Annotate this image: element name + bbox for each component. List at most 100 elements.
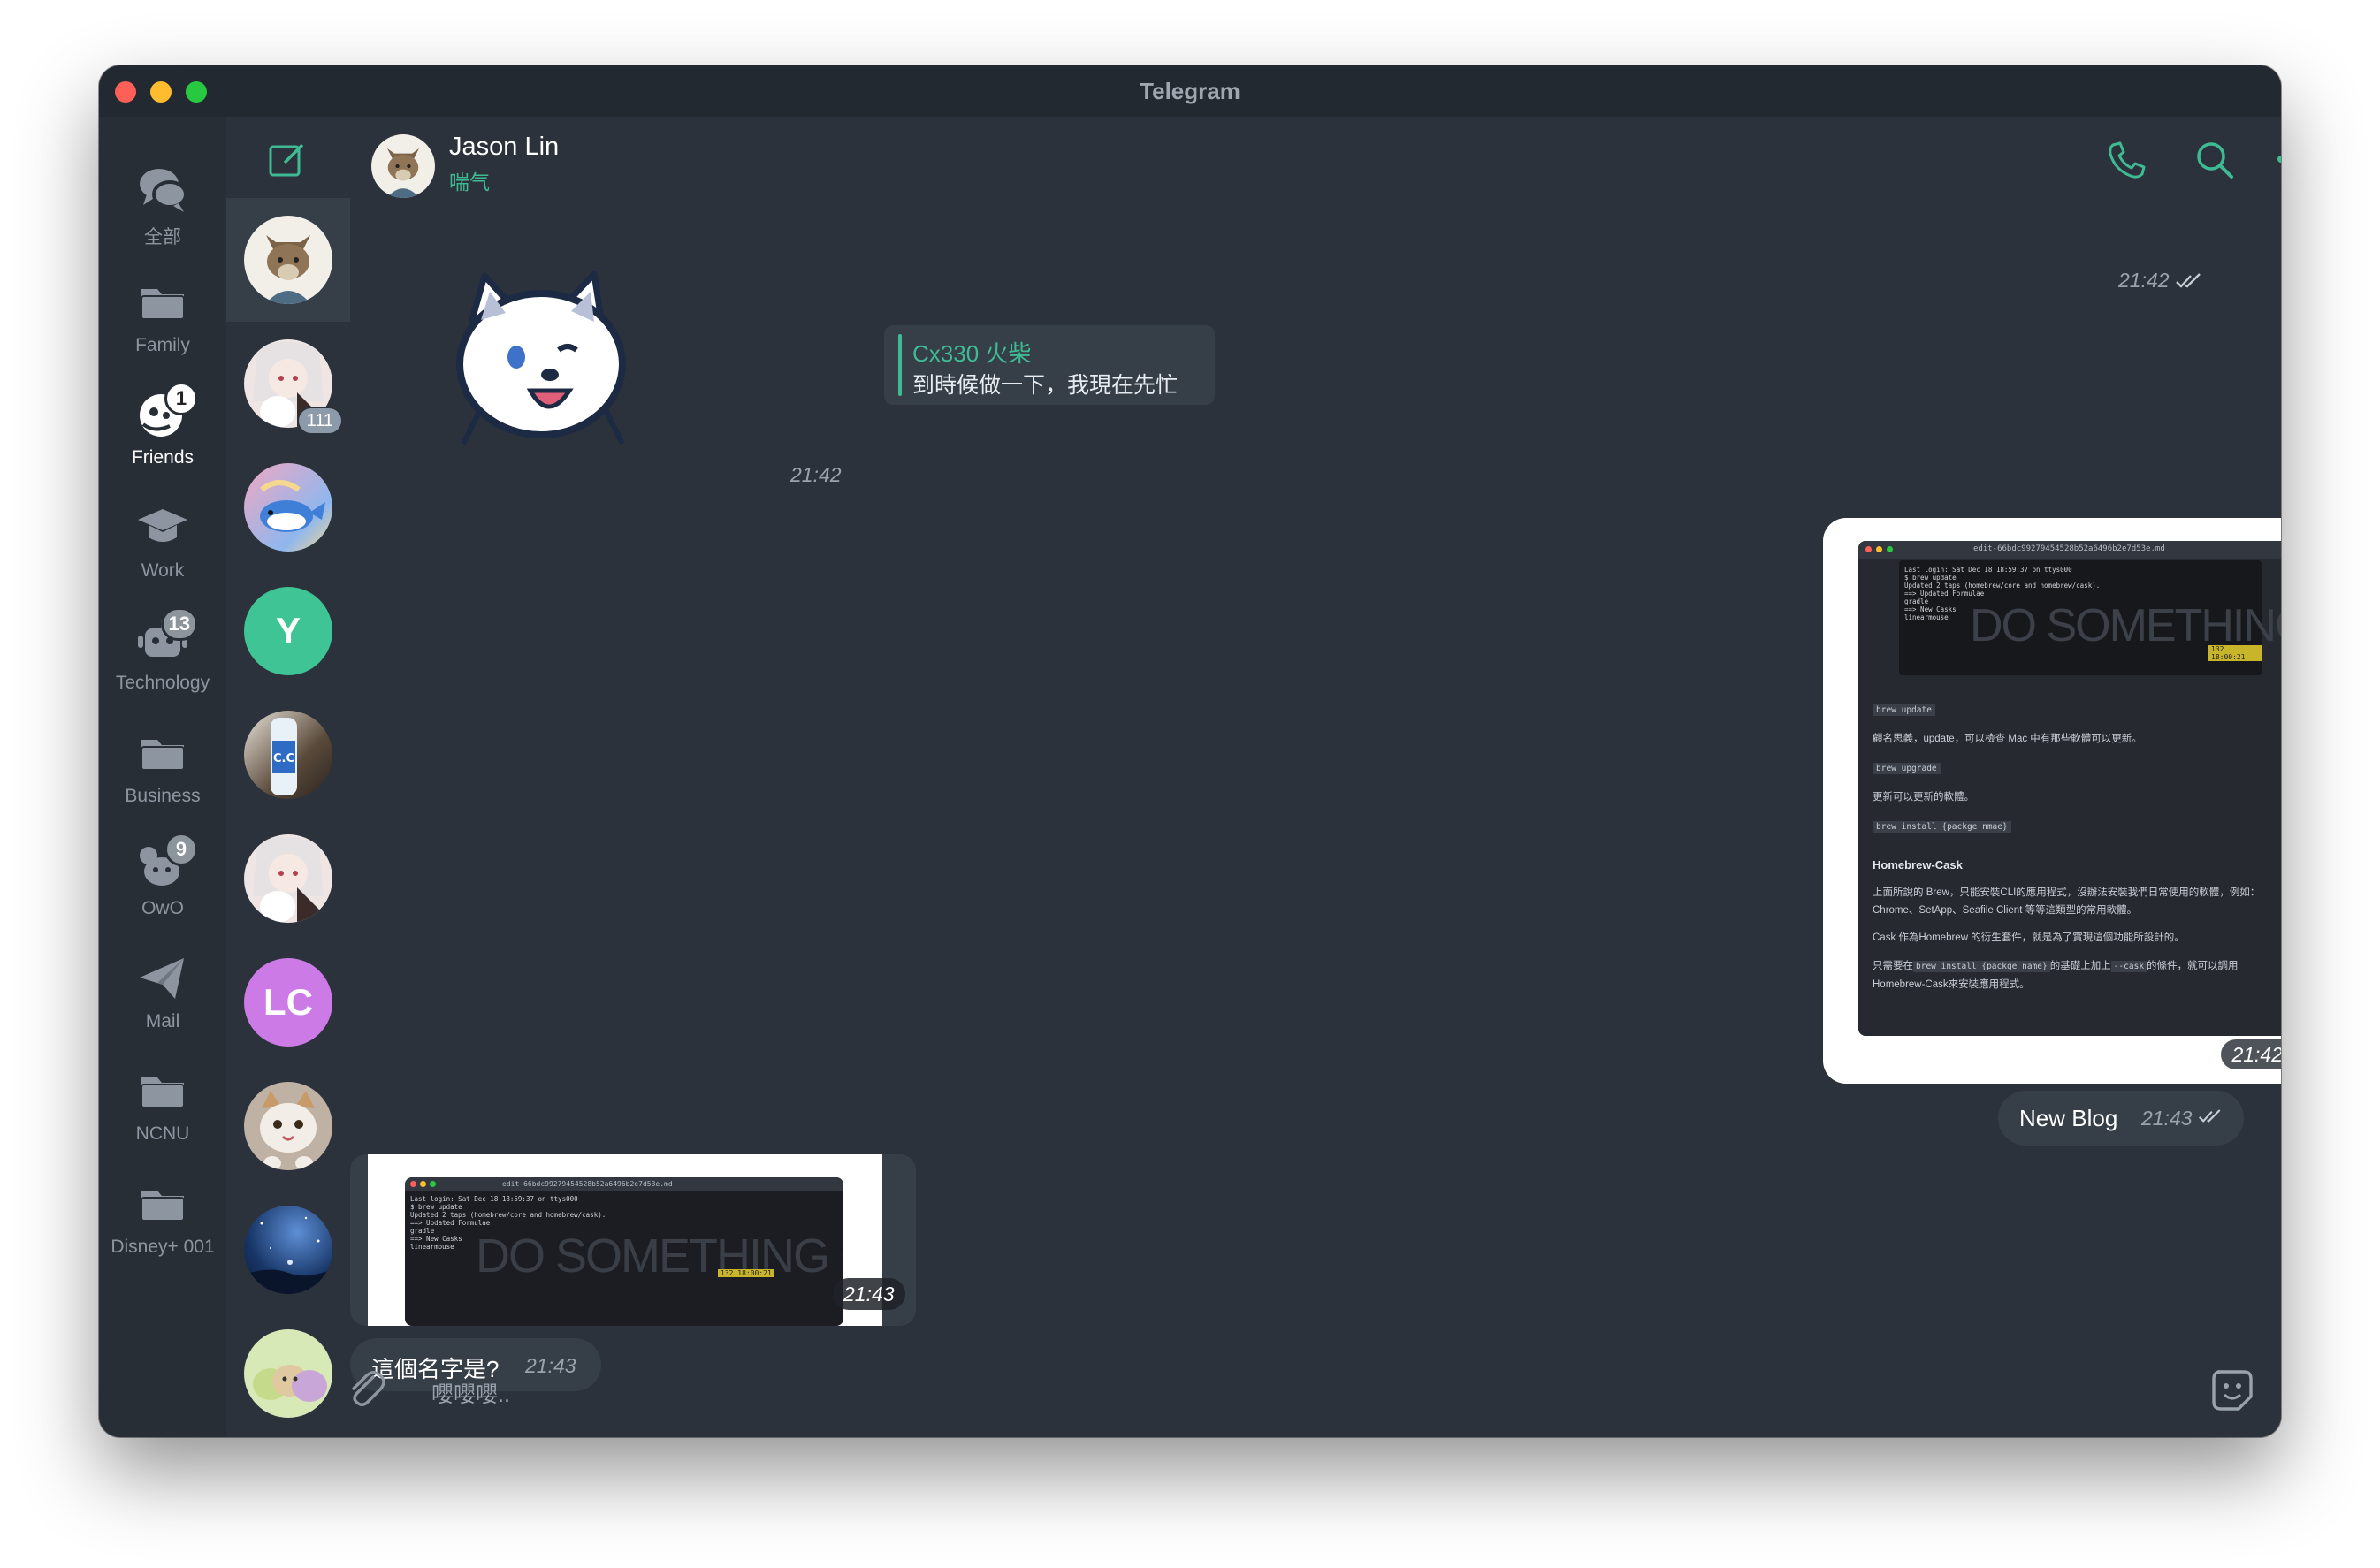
reply-sender: Cx330 火柴 xyxy=(912,340,1032,367)
folder-all[interactable]: 全部 xyxy=(99,150,226,256)
message-time: 21:43 xyxy=(843,1282,895,1305)
chat-item[interactable]: C.C xyxy=(226,693,350,817)
chat-item[interactable] xyxy=(226,817,350,940)
incoming-image-message[interactable]: edit-66bdc99279454528b52a6496b2e7d53e.md… xyxy=(350,1154,916,1326)
reply-preview[interactable]: Cx330 火柴 到時候做一下，我現在先忙 xyxy=(884,325,1215,405)
screenshot-title-bar: edit-66bdc99279454528b52a6496b2e7d53e.md xyxy=(405,1177,843,1191)
title-bar: Telegram xyxy=(99,65,2281,117)
paperclip-icon[interactable] xyxy=(343,1365,389,1411)
double-check-icon xyxy=(2175,272,2201,288)
message-time: 21:42 xyxy=(2231,1042,2281,1066)
code-chip: brew update xyxy=(1873,704,1935,716)
folder-disney[interactable]: Disney+ 001 xyxy=(99,1164,226,1270)
anime-girl-avatar-2 xyxy=(244,834,332,923)
search-icon[interactable] xyxy=(2193,138,2237,182)
screenshot-window-title: edit-66bdc99279454528b52a6496b2e7d53e.md xyxy=(502,1180,673,1188)
zoom-window-button[interactable] xyxy=(186,81,207,103)
graduation-cap-icon xyxy=(134,499,191,555)
chat-item[interactable] xyxy=(226,1312,350,1435)
blog-screenshot: edit-66bdc99279454528b52a6496b2e7d53e.md… xyxy=(1858,541,2281,1036)
message-input[interactable]: 嚶嚶嚶.. xyxy=(431,1377,510,1409)
terminal-line: Updated 2 taps (homebrew/core and homebr… xyxy=(1904,582,2101,590)
code-chip: brew install {packge name} xyxy=(1913,961,2050,972)
folder-business[interactable]: Business xyxy=(99,713,226,819)
cat-avatar xyxy=(244,1082,332,1170)
folder-label: NCNU xyxy=(135,1123,190,1144)
folder-family[interactable]: Family xyxy=(99,263,226,369)
outgoing-image-message[interactable]: edit-66bdc99279454528b52a6496b2e7d53e.md… xyxy=(1823,518,2281,1084)
terminal-line: $ brew update xyxy=(410,1203,462,1211)
terminal-line: Last login: Sat Dec 18 18:59:37 on ttys0… xyxy=(1904,566,2072,574)
terminal-line: ==> Updated Formulae xyxy=(1904,590,1985,598)
chat-list: 111 Y C.C LC xyxy=(226,117,350,1437)
nested-terminal: Last login: Sat Dec 18 18:59:37 on ttys0… xyxy=(1899,560,2281,675)
folder-label: Friends xyxy=(131,447,195,468)
compose-icon[interactable] xyxy=(265,138,309,182)
phone-icon[interactable] xyxy=(2104,138,2148,182)
folder-icon xyxy=(134,1175,191,1231)
folder-sidebar: 全部 Family 1 Friends Work 13 Technology B… xyxy=(99,117,226,1437)
chat-bubbles-icon xyxy=(134,161,191,217)
dog-sticker[interactable] xyxy=(446,258,640,453)
chat-item[interactable]: 111 xyxy=(226,322,350,445)
folder-friends[interactable]: 1 Friends xyxy=(99,375,226,481)
chat-item[interactable] xyxy=(226,1188,350,1312)
more-options-icon[interactable] xyxy=(2274,138,2281,182)
folder-unread-badge: 9 xyxy=(164,833,198,866)
chat-view: Jason Lin 喘气 21:42 21:42 Cx330 火柴 到時候做一下… xyxy=(350,117,2281,1437)
folder-label: Business xyxy=(125,786,201,806)
svg-text:C.C: C.C xyxy=(273,752,294,765)
reply-text: 到時候做一下，我現在先忙 xyxy=(912,373,1179,398)
message-time: 21:42 xyxy=(2118,269,2170,292)
terminal-banner: DO SOMETHING GREAT xyxy=(1970,600,2281,651)
close-window-button[interactable] xyxy=(115,81,136,103)
telegram-window: Telegram 全部 Family 1 Friends Work 13 Tec… xyxy=(99,65,2281,1437)
avatar[interactable] xyxy=(371,134,435,198)
terminal-status-chip: 132 18:00:21 xyxy=(2208,645,2262,661)
outgoing-text-message[interactable]: New Blog 21:43 xyxy=(1998,1091,2244,1146)
folder-label: OwO xyxy=(141,898,184,918)
mouse-icon: 9 xyxy=(134,833,198,893)
reply-accent-bar xyxy=(898,334,902,396)
message-composer: 嚶嚶嚶.. xyxy=(350,1340,2281,1437)
robot-icon: 13 xyxy=(134,607,198,667)
chat-item[interactable]: Y xyxy=(226,569,350,693)
folder-technology[interactable]: 13 Technology xyxy=(99,600,226,706)
chat-item[interactable]: LC xyxy=(226,940,350,1064)
message-time: 21:43 xyxy=(2141,1107,2193,1130)
code-chip: brew install {packge nmae} xyxy=(1873,821,2011,833)
blog-paragraph: 只需要在 brew install {packge name} 的基礎上加上 --ca… xyxy=(1873,957,2281,993)
chat-title[interactable]: Jason Lin xyxy=(449,133,559,162)
folder-work[interactable]: Work xyxy=(99,488,226,594)
minimize-dot-icon xyxy=(1876,546,1882,552)
folder-mail[interactable]: Mail xyxy=(99,939,226,1045)
blog-section-title: Homebrew-Cask xyxy=(1873,858,1963,872)
cc-lemon-avatar: C.C xyxy=(244,711,332,799)
folder-ncnu[interactable]: NCNU xyxy=(99,1051,226,1157)
message-text: New Blog xyxy=(2019,1105,2118,1131)
letter-avatar: LC xyxy=(244,958,332,1047)
screenshot-title-bar: edit-66bdc99279454528b52a6496b2e7d53e.md xyxy=(1858,541,2281,559)
blog-text: 的基礎上加上 xyxy=(2049,961,2111,971)
chat-item-jason-lin[interactable] xyxy=(226,198,350,322)
folder-owo[interactable]: 9 OwO xyxy=(99,826,226,932)
chat-item[interactable] xyxy=(226,445,350,569)
chat-item[interactable] xyxy=(226,1064,350,1188)
whale-avatar xyxy=(244,463,332,552)
terminal-screenshot: edit-66bdc99279454528b52a6496b2e7d53e.md… xyxy=(405,1177,843,1326)
dumplings-avatar xyxy=(244,1329,332,1418)
message-time: 21:42 xyxy=(790,463,842,486)
blog-paragraph: 上面所說的 Brew，只能安裝CLI的應用程式，沒辦法安裝我們日常使用的軟體，例… xyxy=(1873,887,2261,916)
paper-plane-icon xyxy=(134,949,191,1006)
image-preview: edit-66bdc99279454528b52a6496b2e7d53e.md… xyxy=(368,1154,882,1326)
zoom-dot-icon xyxy=(1887,546,1893,552)
zoom-dot-icon xyxy=(430,1181,436,1187)
folder-label: Technology xyxy=(115,673,210,693)
terminal-banner: DO SOMETHING GREAT xyxy=(476,1229,843,1283)
sticker-icon[interactable] xyxy=(2208,1366,2256,1414)
folder-unread-badge: 13 xyxy=(160,607,198,641)
code-chip: brew upgrade xyxy=(1873,763,1941,774)
minimize-window-button[interactable] xyxy=(150,81,172,103)
image-time-badge: 21:43 xyxy=(833,1278,905,1310)
chat-header: Jason Lin 喘气 xyxy=(350,117,2281,214)
